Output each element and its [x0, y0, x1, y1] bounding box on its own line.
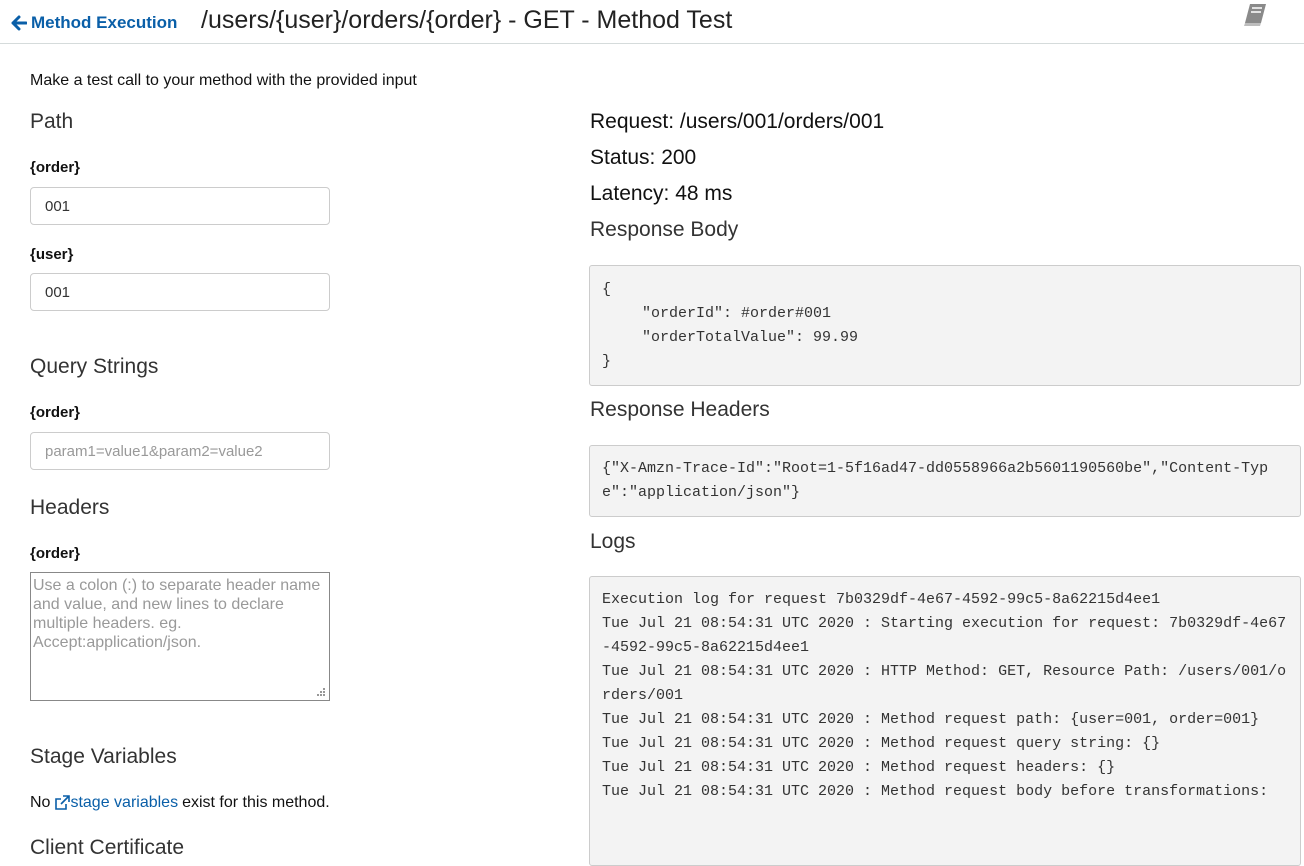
body-open-brace: {	[602, 281, 612, 298]
query-order-label: {order}	[30, 404, 81, 421]
response-body-heading: Response Body	[590, 218, 739, 241]
stage-prefix: No	[30, 794, 51, 811]
response-headers-box: {"X-Amzn-Trace-Id":"Root=1-5f16ad47-dd05…	[589, 445, 1301, 517]
intro-text: Make a test call to your method with the…	[30, 72, 417, 89]
resize-grip-icon[interactable]	[316, 687, 326, 697]
path-order-input[interactable]	[30, 187, 330, 225]
body-close-brace: }	[602, 353, 612, 370]
log-line: Tue Jul 21 08:54:31 UTC 2020 : Method re…	[602, 711, 1260, 728]
arrow-left-icon	[11, 15, 27, 31]
method-execution-link[interactable]: Method Execution	[11, 13, 177, 33]
stage-suffix: exist for this method.	[182, 794, 330, 811]
log-line: Tue Jul 21 08:54:31 UTC 2020 : Method re…	[602, 735, 1161, 752]
response-body-box: { "orderId": #order#001 "orderTotalValue":…	[589, 265, 1301, 386]
path-user-label: {user}	[30, 246, 74, 263]
book-icon[interactable]	[1241, 2, 1269, 28]
top-bar: Method Execution /users/{user}/orders/{o…	[0, 0, 1304, 44]
body-line: "orderId": #order#001	[642, 305, 832, 322]
latency-line: Latency: 48 ms	[590, 182, 733, 205]
request-line: Request: /users/001/orders/001	[590, 110, 885, 133]
log-line: Tue Jul 21 08:54:31 UTC 2020 : HTTP Meth…	[602, 663, 1287, 704]
method-execution-label: Method Execution	[31, 13, 178, 32]
log-line: Execution log for request 7b0329df-4e67-…	[602, 591, 1161, 608]
external-link-icon	[55, 795, 71, 810]
status-line: Status: 200	[590, 146, 697, 169]
log-line: Tue Jul 21 08:54:31 UTC 2020 : Method re…	[602, 759, 1116, 776]
log-line: Tue Jul 21 08:54:31 UTC 2020 : Starting …	[602, 615, 1287, 656]
stage-variables-link-label: stage variables	[70, 794, 179, 811]
query-strings-heading: Query Strings	[30, 355, 159, 378]
query-string-input[interactable]	[30, 432, 330, 470]
page-title: /users/{user}/orders/{order} - GET - Met…	[201, 6, 733, 34]
headers-heading: Headers	[30, 496, 110, 519]
log-line: Tue Jul 21 08:54:31 UTC 2020 : Method re…	[602, 783, 1269, 800]
path-user-input[interactable]	[30, 273, 330, 311]
response-headers-heading: Response Headers	[590, 398, 770, 421]
logs-heading: Logs	[590, 530, 636, 553]
path-order-label: {order}	[30, 159, 81, 176]
body-line: "orderTotalValue": 99.99	[642, 329, 859, 346]
stage-variables-heading: Stage Variables	[30, 745, 177, 768]
logs-box: Execution log for request 7b0329df-4e67-…	[589, 576, 1301, 866]
client-certificate-heading: Client Certificate	[30, 836, 185, 859]
stage-variables-text: No stage variables exist for this method…	[30, 794, 330, 812]
stage-variables-link[interactable]: stage variables	[54, 794, 178, 812]
headers-textarea[interactable]	[30, 572, 330, 701]
headers-order-label: {order}	[30, 545, 81, 562]
path-heading: Path	[30, 110, 74, 133]
